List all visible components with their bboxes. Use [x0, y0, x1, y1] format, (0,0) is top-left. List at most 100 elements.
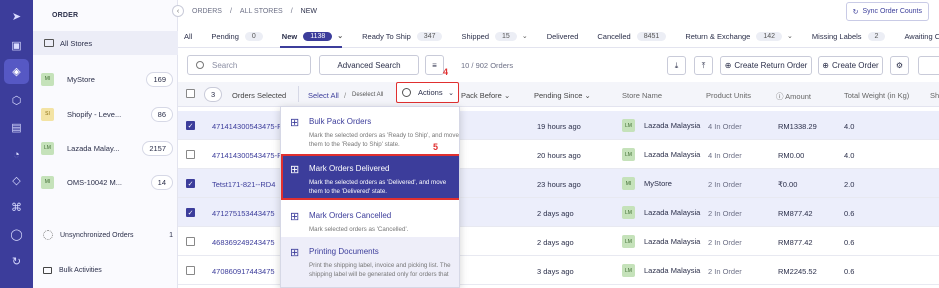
- settings-icon: ⚙: [895, 61, 904, 70]
- store-name: MyStore: [67, 74, 95, 84]
- tab-shipped[interactable]: Shipped 15 ⌄: [461, 31, 528, 41]
- panel-title: ORDER: [52, 12, 79, 19]
- pending-since: 20 hours ago: [537, 151, 581, 160]
- tab-all[interactable]: All: [184, 32, 192, 41]
- store-name: Lazada Malaysia: [644, 121, 701, 130]
- stores-panel: ORDER All Stores MI MyStore 169 SI Shopi…: [33, 0, 178, 288]
- menu-item-printing[interactable]: ⊞ Printing Documents Print the shipping …: [281, 237, 459, 287]
- select-all-link[interactable]: Select All: [308, 91, 339, 100]
- tab-new[interactable]: New 1138 ⌄: [282, 31, 343, 41]
- sync-icon: ↻: [852, 8, 859, 16]
- row-checkbox[interactable]: [186, 237, 195, 246]
- tag-icon[interactable]: ◇: [8, 172, 25, 189]
- store-item[interactable]: LM Lazada Malay... 2157: [41, 139, 173, 157]
- dashboard-icon[interactable]: ▣: [8, 37, 25, 54]
- store-item[interactable]: MI OMS-10042 M... 14: [41, 173, 173, 191]
- plus-icon: ⊕: [822, 61, 829, 70]
- store-name: Shopify - Leve...: [67, 109, 122, 119]
- filter-button[interactable]: ≡: [425, 55, 444, 75]
- store-logo: LM: [622, 264, 635, 277]
- breadcrumb-orders[interactable]: ORDERS: [192, 8, 222, 15]
- menu-item-mark-delivered[interactable]: ⊞ Mark Orders Delivered Mark the selecte…: [281, 154, 459, 200]
- tab-delivered[interactable]: Delivered: [547, 32, 579, 41]
- store-cell: LM Lazada Malaysia: [622, 264, 700, 277]
- more-button[interactable]: [918, 56, 939, 75]
- create-order-label: Create Order: [832, 61, 879, 70]
- store-item[interactable]: SI Shopify - Leve... 86: [41, 105, 173, 123]
- weight: 0.6: [844, 267, 855, 276]
- column-pending-since[interactable]: Pending Since ⌄: [534, 91, 591, 100]
- store-item[interactable]: MI MyStore 169: [41, 70, 173, 88]
- menu-item-desc: Mark selected orders as 'Cancelled'.: [309, 226, 409, 233]
- menu-item-title: Mark Orders Delivered: [309, 164, 390, 173]
- tab-label: Ready To Ship: [362, 31, 411, 41]
- search-input[interactable]: Search: [187, 55, 311, 75]
- column-pack-before[interactable]: Pack Before ⌄: [461, 91, 510, 100]
- breadcrumb-all-stores[interactable]: ALL STORES: [240, 8, 283, 15]
- order-id[interactable]: 470860917443475: [212, 267, 275, 276]
- chat-icon[interactable]: ◯: [8, 226, 25, 243]
- tab-count: 15: [495, 31, 517, 41]
- create-order-button[interactable]: ⊕ Create Order: [818, 56, 883, 75]
- divider: [298, 86, 299, 102]
- tab-pending[interactable]: Pending 0: [211, 31, 263, 41]
- product-units: 4 In Order: [708, 151, 742, 160]
- order-id[interactable]: 468369249243475: [212, 238, 275, 247]
- store-logo: LM: [622, 235, 635, 248]
- row-checkbox[interactable]: [186, 150, 195, 159]
- actions-label: Actions: [418, 88, 443, 97]
- collapse-panel-icon[interactable]: ‹: [172, 5, 184, 17]
- filter-icon: ≡: [432, 60, 437, 70]
- order-id[interactable]: 471414300543475-RI: [212, 151, 285, 160]
- columns-settings-button[interactable]: ⚙: [890, 56, 909, 75]
- store-cell: LM Lazada Malaysia: [622, 119, 700, 132]
- catalog-book-icon[interactable]: ▤: [8, 119, 25, 136]
- unsynchronized-orders-item[interactable]: Unsynchronized Orders 1: [43, 230, 173, 240]
- weight: 0.6: [844, 238, 855, 247]
- inventory-cube-icon[interactable]: ⬡: [8, 92, 25, 109]
- tab-missing-labels[interactable]: Missing Labels 2: [812, 31, 886, 41]
- row-checkbox[interactable]: [186, 266, 195, 275]
- pending-since: 3 days ago: [537, 267, 574, 276]
- order-id[interactable]: Tetst171-821--RD4: [212, 180, 275, 189]
- order-id[interactable]: 471414300543475-RI: [212, 122, 285, 131]
- amount: RM877.42: [778, 238, 813, 247]
- select-all-checkbox[interactable]: [186, 89, 195, 98]
- actions-dropdown-button[interactable]: Actions ⌄: [396, 82, 459, 103]
- tab-count: 142: [756, 31, 783, 41]
- sync-order-counts-button[interactable]: ↻ Sync Order Counts: [845, 2, 929, 21]
- tab-return-exchange[interactable]: Return & Exchange 142 ⌄: [685, 31, 793, 41]
- create-return-order-button[interactable]: ⊕ Create Return Order: [720, 56, 812, 75]
- row-checkbox[interactable]: ✓: [186, 179, 195, 188]
- sync-icon[interactable]: ↻: [8, 253, 25, 270]
- step-marker-5: 5: [433, 142, 439, 152]
- row-checkbox[interactable]: ✓: [186, 121, 195, 130]
- page-info: 10 / 902 Orders: [461, 61, 514, 70]
- breadcrumb-new: NEW: [300, 7, 317, 15]
- select-separator: /: [344, 91, 347, 100]
- order-id[interactable]: 471275153443475: [212, 209, 275, 218]
- chevron-down-icon: ⌄: [521, 33, 528, 40]
- deselect-all-link[interactable]: Deselect All: [352, 92, 383, 98]
- tab-ready-to-ship[interactable]: Ready To Ship 347: [362, 31, 443, 41]
- store-logo: MI: [41, 175, 54, 189]
- sync-label: Sync Order Counts: [862, 8, 922, 15]
- reports-pie-icon[interactable]: ◔: [8, 146, 25, 163]
- tab-count: 8451: [636, 31, 667, 41]
- chevron-down-icon: ⌄: [787, 33, 793, 40]
- bulk-activities-item[interactable]: Bulk Activities: [43, 267, 102, 274]
- integrations-icon[interactable]: ⌘: [8, 199, 25, 216]
- upload-button[interactable]: ⤒: [694, 56, 713, 75]
- pending-since: 2 days ago: [537, 209, 574, 218]
- tab-awaiting-collection[interactable]: Awaiting Collection: [904, 32, 939, 41]
- download-button[interactable]: ⤓: [667, 56, 686, 75]
- pack-before-label: Pack Before: [461, 91, 502, 100]
- orders-layers-icon[interactable]: ◈: [4, 59, 29, 84]
- all-stores-item[interactable]: All Stores: [33, 31, 178, 55]
- column-product-units: Product Units: [706, 91, 752, 100]
- logo-icon[interactable]: ➤: [8, 8, 25, 25]
- advanced-search-button[interactable]: Advanced Search: [319, 55, 419, 75]
- bulk-label: Bulk Activities: [59, 267, 102, 274]
- row-checkbox[interactable]: ✓: [186, 208, 195, 217]
- tab-cancelled[interactable]: Cancelled 8451: [597, 31, 667, 41]
